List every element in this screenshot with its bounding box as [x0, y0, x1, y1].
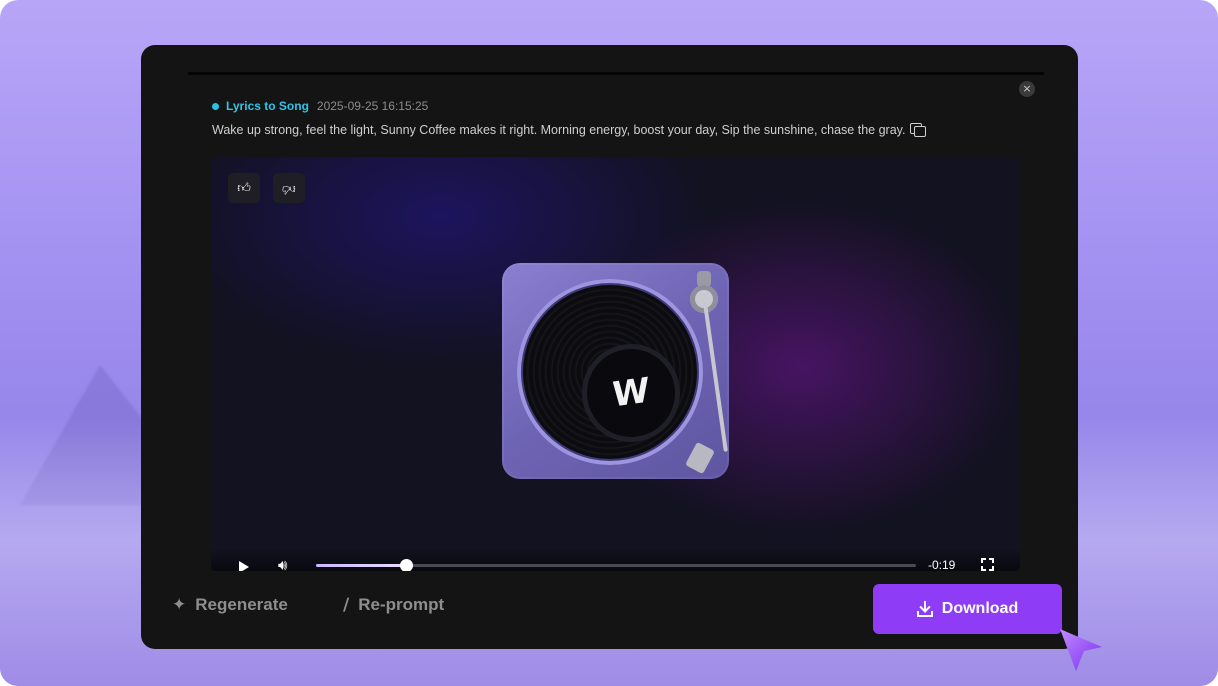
result-meta: Lyrics to Song 2025-09-25 16:15:25 [212, 98, 428, 114]
download-button[interactable]: Download [873, 584, 1062, 634]
play-icon[interactable] [239, 561, 249, 571]
result-timestamp: 2025-09-25 16:15:25 [316, 99, 429, 113]
download-icon [916, 601, 933, 617]
magic-wand-icon: ∕ [343, 595, 350, 615]
progress-fill [316, 564, 406, 567]
record-label: W [587, 349, 675, 437]
status-dot [212, 102, 219, 110]
tonearm [703, 302, 728, 452]
result-tag: Lyrics to Song [226, 99, 309, 113]
pointer-cursor-icon [1060, 629, 1102, 671]
lyrics-row: Wake up strong, feel the light, Sunny Co… [212, 121, 972, 139]
download-label: Download [941, 600, 1019, 617]
brand-logo-icon: W [611, 370, 651, 416]
dialog-top-border [188, 72, 1044, 75]
regenerate-button[interactable]: ✦ Regenerate [172, 593, 288, 617]
turntable-icon: W [502, 263, 729, 479]
thumbs-up-icon: 👍︎ [237, 180, 251, 196]
progress-slider[interactable] [316, 559, 916, 571]
tonearm-headshell [685, 441, 715, 475]
lyrics-text: Wake up strong, feel the light, Sunny Co… [212, 123, 906, 137]
dislike-button[interactable]: 👍︎ [273, 173, 305, 203]
time-remaining: -0:19 [928, 558, 956, 571]
fullscreen-icon[interactable] [981, 558, 994, 571]
result-dialog: × Lyrics to Song 2025-09-25 16:15:25 Wak… [141, 45, 1078, 649]
copy-icon[interactable] [910, 123, 927, 137]
thumbs-down-icon: 👍︎ [282, 180, 296, 196]
vinyl-record: W [523, 285, 697, 459]
player-controls-bar [211, 549, 1020, 571]
regenerate-label: Regenerate [195, 595, 288, 614]
like-button[interactable]: 👍︎ [228, 173, 260, 203]
progress-handle[interactable] [400, 559, 413, 571]
close-icon[interactable]: × [1019, 81, 1035, 97]
volume-icon[interactable]: 🔊︎ [278, 556, 300, 571]
audio-player: 👍︎ 👍︎ W 🔊︎ -0:19 [211, 157, 1020, 571]
reprompt-button[interactable]: ∕ Re-prompt [343, 593, 444, 617]
reprompt-label: Re-prompt [358, 595, 445, 614]
sparkle-icon: ✦ [172, 595, 187, 615]
